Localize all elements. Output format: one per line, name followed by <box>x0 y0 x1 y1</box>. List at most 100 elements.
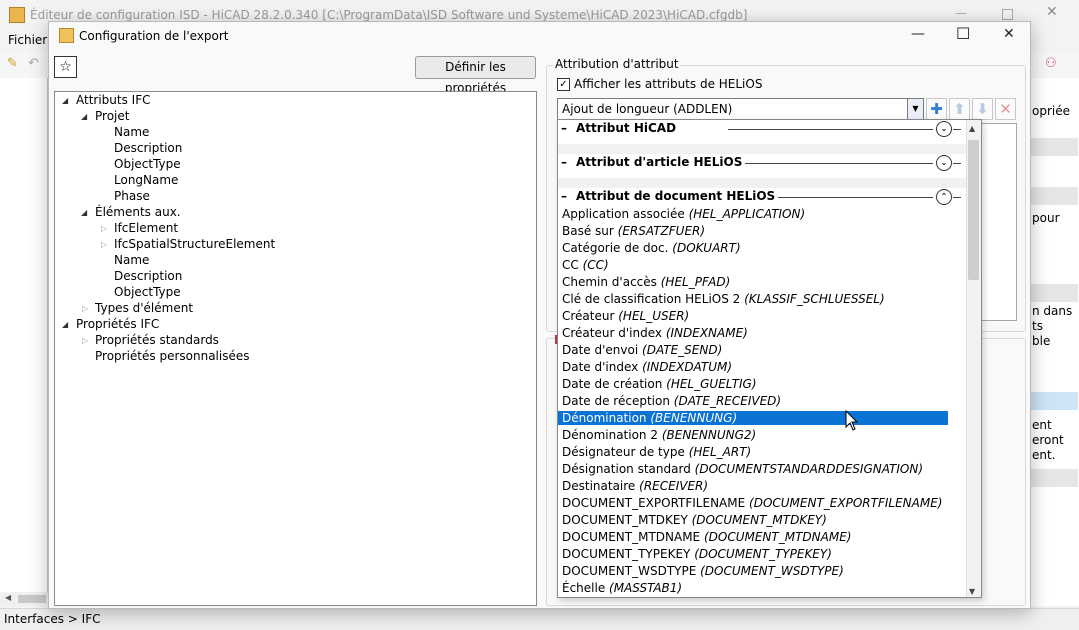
collapsed-toggle-icon[interactable]: ▷ <box>101 240 107 249</box>
dropdown-item[interactable]: Basé sur (ERSATZFUER) <box>562 224 705 238</box>
expand-toggle-icon[interactable]: ◢ <box>62 96 68 105</box>
menu-fichier[interactable]: Fichier <box>8 33 47 47</box>
favorite-star-button[interactable]: ☆ <box>54 56 77 78</box>
define-properties-button[interactable]: Définir les propriétés <box>415 56 536 95</box>
add-attribute-button[interactable]: ✚ <box>926 98 947 120</box>
tree-node[interactable]: ObjectType <box>114 157 181 171</box>
item-code: (BENENNUNG2) <box>661 428 757 442</box>
dropdown-item[interactable]: Destinataire (RECEIVER) <box>562 479 708 493</box>
scroll-left-icon[interactable]: ◀ <box>5 593 11 602</box>
tree-node[interactable]: Description <box>114 141 182 155</box>
tree-node[interactable]: Propriétés IFC <box>76 317 159 331</box>
item-name: Date d'index <box>562 360 639 374</box>
item-name: CC <box>562 258 579 272</box>
item-name: Basé sur <box>562 224 614 238</box>
dropdown-item[interactable]: DOCUMENT_MTDKEY (DOCUMENT_MTDKEY) <box>562 513 827 527</box>
dropdown-item[interactable]: DOCUMENT_WSDTYPE (DOCUMENT_WSDTYPE) <box>562 564 844 578</box>
collapsed-toggle-icon[interactable]: ▷ <box>82 336 88 345</box>
dropdown-item[interactable]: DOCUMENT_MTDNAME (DOCUMENT_MTDNAME) <box>562 530 851 544</box>
pencil-icon[interactable]: ✎ <box>7 56 18 71</box>
item-name: Échelle <box>562 581 606 595</box>
collapsed-toggle-icon[interactable]: ▷ <box>101 224 107 233</box>
background-minimize-icon[interactable]: — <box>955 6 975 20</box>
dropdown-item[interactable]: Clé de classification HELiOS 2 (KLASSIF_… <box>562 292 885 306</box>
users-icon[interactable]: ⚇ <box>1045 56 1057 71</box>
collapsed-toggle-icon[interactable]: ▷ <box>82 304 88 313</box>
item-name: DOCUMENT_EXPORTFILENAME <box>562 496 746 510</box>
item-code: (DOCUMENT_EXPORTFILENAME) <box>749 496 943 510</box>
tree-node[interactable]: IfcSpatialStructureElement <box>114 237 275 251</box>
attribute-combobox[interactable]: Ajout de longueur (ADDLEN) ▼ <box>557 98 924 120</box>
show-helios-label[interactable]: Afficher les attributs de HELiOS <box>574 77 762 91</box>
dropdown-item[interactable]: Dénomination (BENENNUNG) <box>558 411 948 425</box>
background-horizontal-scrollbar[interactable]: ◀ <box>0 592 48 606</box>
dropdown-scroll-thumb[interactable] <box>968 140 979 280</box>
ifc-attribute-tree[interactable]: ◢ Attributs IFC ◢ Projet Name Descriptio… <box>54 91 537 606</box>
tree-node[interactable]: Projet <box>95 109 129 123</box>
dropdown-item[interactable]: Échelle (MASSTAB1) <box>562 581 682 595</box>
move-up-button[interactable]: ⬆ <box>949 98 970 120</box>
chevron-up-icon[interactable]: ⌃ <box>936 189 952 205</box>
move-down-button[interactable]: ⬇ <box>972 98 993 120</box>
item-code: (DATE_RECEIVED) <box>673 394 782 408</box>
group-header-hicad[interactable]: – Attribut HiCAD ⌄ <box>558 120 966 138</box>
dropdown-item[interactable]: Catégorie de doc. (DOKUART) <box>562 241 741 255</box>
dropdown-item[interactable]: CC (CC) <box>562 258 609 272</box>
expand-toggle-icon[interactable]: ◢ <box>62 320 68 329</box>
scroll-down-icon[interactable]: ▼ <box>969 587 975 596</box>
close-icon[interactable]: ✕ <box>1003 26 1015 42</box>
background-window-title: Éditeur de configuration ISD - HiCAD 28.… <box>30 8 748 22</box>
dropdown-item[interactable]: Créateur (HEL_USER) <box>562 309 689 323</box>
show-helios-checkbox[interactable]: ✓ <box>557 78 570 91</box>
dropdown-item[interactable]: Créateur d'index (INDEXNAME) <box>562 326 748 340</box>
tree-node[interactable]: Description <box>114 269 182 283</box>
dropdown-item[interactable]: DOCUMENT_TYPEKEY (DOCUMENT_TYPEKEY) <box>562 547 832 561</box>
tree-node[interactable]: Attributs IFC <box>76 93 151 107</box>
delete-attribute-button[interactable]: ✕ <box>995 98 1016 120</box>
dropdown-item[interactable]: Dénomination 2 (BENENNUNG2) <box>562 428 756 442</box>
item-code: (RECEIVER) <box>639 479 709 493</box>
right-pane-text: opriée <box>1032 104 1070 118</box>
attribute-dropdown-list[interactable]: – Attribut HiCAD ⌄ – Attribut d'article … <box>557 119 982 598</box>
dropdown-item[interactable]: Application associée (HEL_APPLICATION) <box>562 207 805 221</box>
scroll-up-icon[interactable]: ▲ <box>969 124 975 133</box>
right-pane-text: ts <box>1032 319 1043 333</box>
background-close-icon[interactable]: ✕ <box>1046 4 1058 20</box>
dropdown-item[interactable]: DOCUMENT_EXPORTFILENAME (DOCUMENT_EXPORT… <box>562 496 942 510</box>
tree-node[interactable]: Name <box>114 253 149 267</box>
expand-toggle-icon[interactable]: ◢ <box>81 112 87 121</box>
undo-icon[interactable]: ↶ <box>28 56 39 71</box>
dropdown-item[interactable]: Date de réception (DATE_RECEIVED) <box>562 394 781 408</box>
group-header-helios-article[interactable]: – Attribut d'article HELiOS ⌄ <box>558 154 966 172</box>
dropdown-item[interactable]: Désignateur de type (HEL_ART) <box>562 445 751 459</box>
dropdown-item[interactable]: Date d'envoi (DATE_SEND) <box>562 343 722 357</box>
tree-node[interactable]: Types d'élément <box>95 301 193 315</box>
item-name: DOCUMENT_TYPEKEY <box>562 547 691 561</box>
chevron-down-icon[interactable]: ▼ <box>907 99 923 119</box>
item-name: Application associée <box>562 207 685 221</box>
group-header-helios-document[interactable]: – Attribut de document HELiOS ⌃ <box>558 188 966 206</box>
maximize-icon[interactable]: ☐ <box>956 24 970 43</box>
expand-toggle-icon[interactable]: ◢ <box>81 208 87 217</box>
tree-node[interactable]: ObjectType <box>114 285 181 299</box>
tree-node[interactable]: Propriétés standards <box>95 333 219 347</box>
dropdown-item[interactable]: Date de création (HEL_GUELTIG) <box>562 377 757 391</box>
dropdown-item[interactable]: Date d'index (INDEXDATUM) <box>562 360 732 374</box>
chevron-down-icon[interactable]: ⌄ <box>936 121 952 137</box>
tree-node[interactable]: LongName <box>114 173 178 187</box>
item-name: DOCUMENT_MTDNAME <box>562 530 701 544</box>
right-pane-text: n dans <box>1032 304 1073 318</box>
item-code: (HEL_APPLICATION) <box>688 207 806 221</box>
chevron-down-icon[interactable]: ⌄ <box>936 155 952 171</box>
item-code: (DOCUMENT_MTDKEY) <box>691 513 827 527</box>
dropdown-item[interactable]: Désignation standard (DOCUMENTSTANDARDDE… <box>562 462 923 476</box>
minimize-icon[interactable]: — <box>911 26 925 42</box>
background-maximize-icon[interactable] <box>1002 9 1013 20</box>
tree-node[interactable]: Propriétés personnalisées <box>95 349 250 363</box>
right-pane-text: ble <box>1032 334 1051 348</box>
dropdown-item[interactable]: Chemin d'accès (HEL_PFAD) <box>562 275 730 289</box>
tree-node[interactable]: Éléments aux. <box>95 205 181 219</box>
tree-node[interactable]: Name <box>114 125 149 139</box>
tree-node[interactable]: Phase <box>114 189 150 203</box>
tree-node[interactable]: IfcElement <box>114 221 178 235</box>
